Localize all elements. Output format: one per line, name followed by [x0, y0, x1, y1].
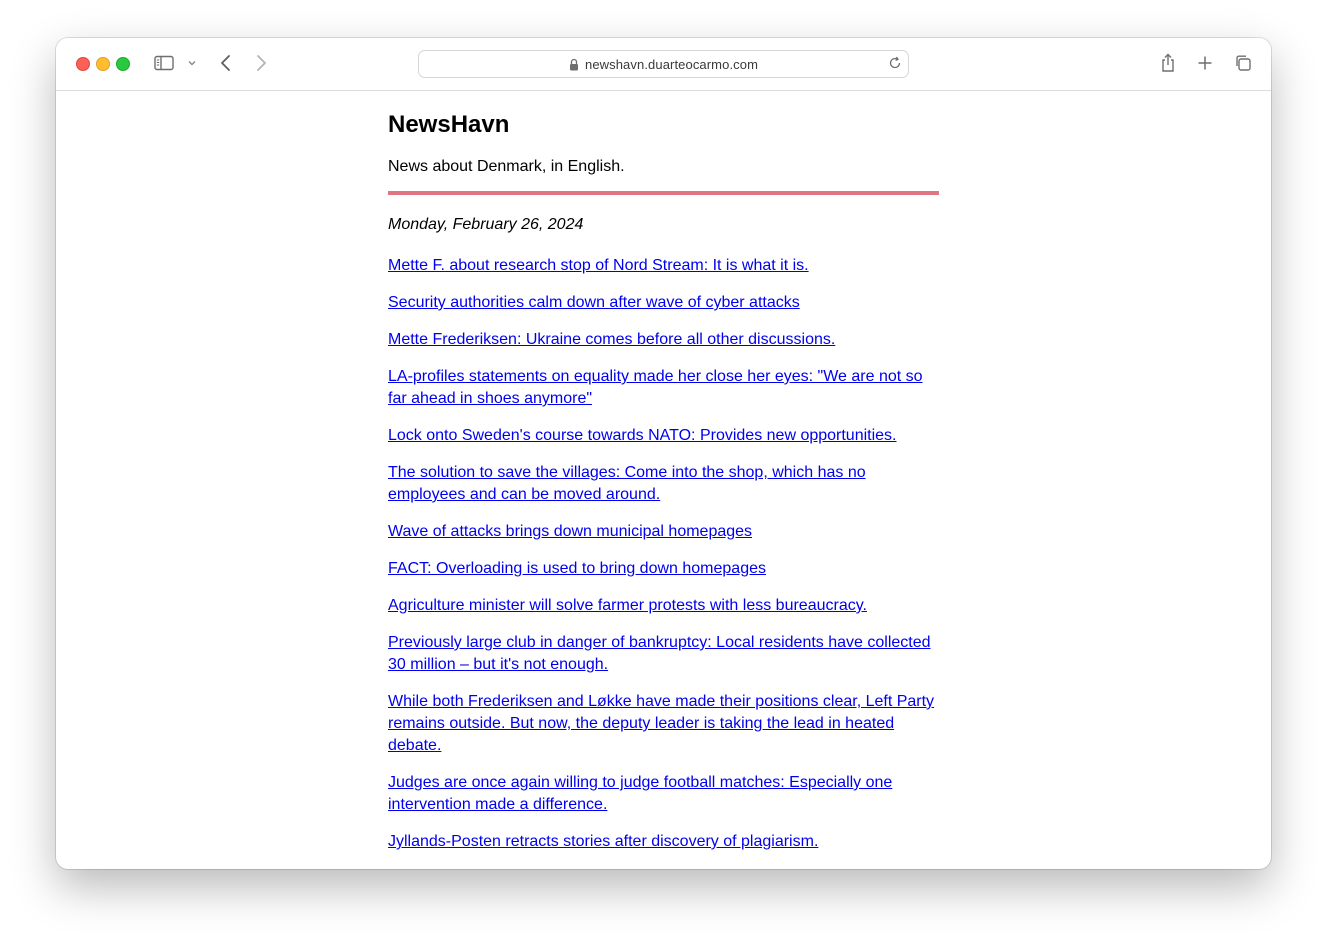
new-tab-icon[interactable]: [1196, 52, 1214, 74]
browser-window: newshavn.duarteocarmo.com NewsHavn News …: [56, 38, 1271, 869]
list-item: Judges are once again willing to judge f…: [388, 772, 939, 816]
lock-icon: [569, 58, 579, 71]
article-link[interactable]: Jyllands-Posten retracts stories after d…: [388, 833, 818, 850]
zoom-window-button[interactable]: [116, 57, 130, 71]
tabs-overview-icon[interactable]: [1233, 52, 1253, 74]
site-tagline: News about Denmark, in English.: [388, 158, 625, 175]
browser-toolbar: newshavn.duarteocarmo.com: [56, 38, 1271, 91]
article-list: Mette F. about research stop of Nord Str…: [388, 255, 939, 868]
news-date: Monday, February 26, 2024: [388, 216, 584, 233]
article-link[interactable]: Mette Frederiksen: Ukraine comes before …: [388, 331, 835, 348]
article-link[interactable]: While both Frederiksen and Løkke have ma…: [388, 693, 934, 754]
reload-icon[interactable]: [888, 56, 902, 70]
list-item: Security authorities calm down after wav…: [388, 292, 939, 314]
list-item: Jyllands-Posten retracts stories after d…: [388, 831, 939, 853]
forward-icon[interactable]: [253, 52, 269, 74]
list-item: Previously large club in danger of bankr…: [388, 632, 939, 676]
list-item: While both Frederiksen and Løkke have ma…: [388, 691, 939, 757]
close-window-button[interactable]: [76, 57, 90, 71]
article-link[interactable]: Lock onto Sweden's course towards NATO: …: [388, 427, 897, 444]
list-item: The solution to save the villages: Come …: [388, 462, 939, 506]
list-item: Mette Frederiksen: Ukraine comes before …: [388, 329, 939, 351]
list-item: Wave of attacks brings down municipal ho…: [388, 521, 939, 543]
sidebar-icon[interactable]: [153, 52, 175, 74]
article-link[interactable]: FACT: Overloading is used to bring down …: [388, 560, 766, 577]
article-link[interactable]: LA-profiles statements on equality made …: [388, 368, 923, 407]
article-link[interactable]: Security authorities calm down after wav…: [388, 294, 800, 311]
list-item: Mette F. about research stop of Nord Str…: [388, 255, 939, 277]
article-link[interactable]: Agriculture minister will solve farmer p…: [388, 597, 867, 614]
list-item: FACT: Overloading is used to bring down …: [388, 558, 939, 580]
article-link[interactable]: Judges are once again willing to judge f…: [388, 774, 892, 813]
article-link[interactable]: Previously large club in danger of bankr…: [388, 634, 931, 673]
address-url: newshavn.duarteocarmo.com: [584, 56, 759, 72]
site-title: NewsHavn: [388, 111, 510, 138]
list-item: Agriculture minister will solve farmer p…: [388, 595, 939, 617]
page-content: NewsHavn News about Denmark, in English.…: [56, 91, 1271, 869]
article-link[interactable]: The solution to save the villages: Come …: [388, 464, 866, 503]
chevron-down-icon[interactable]: [186, 52, 198, 74]
article-link[interactable]: Mette F. about research stop of Nord Str…: [388, 257, 809, 274]
address-bar[interactable]: newshavn.duarteocarmo.com: [418, 50, 909, 78]
list-item: LA-profiles statements on equality made …: [388, 366, 939, 410]
article-link[interactable]: Wave of attacks brings down municipal ho…: [388, 523, 752, 540]
back-icon[interactable]: [218, 52, 234, 74]
share-icon[interactable]: [1159, 52, 1177, 74]
minimize-window-button[interactable]: [96, 57, 110, 71]
list-item: Lock onto Sweden's course towards NATO: …: [388, 425, 939, 447]
header-divider: [388, 191, 939, 195]
